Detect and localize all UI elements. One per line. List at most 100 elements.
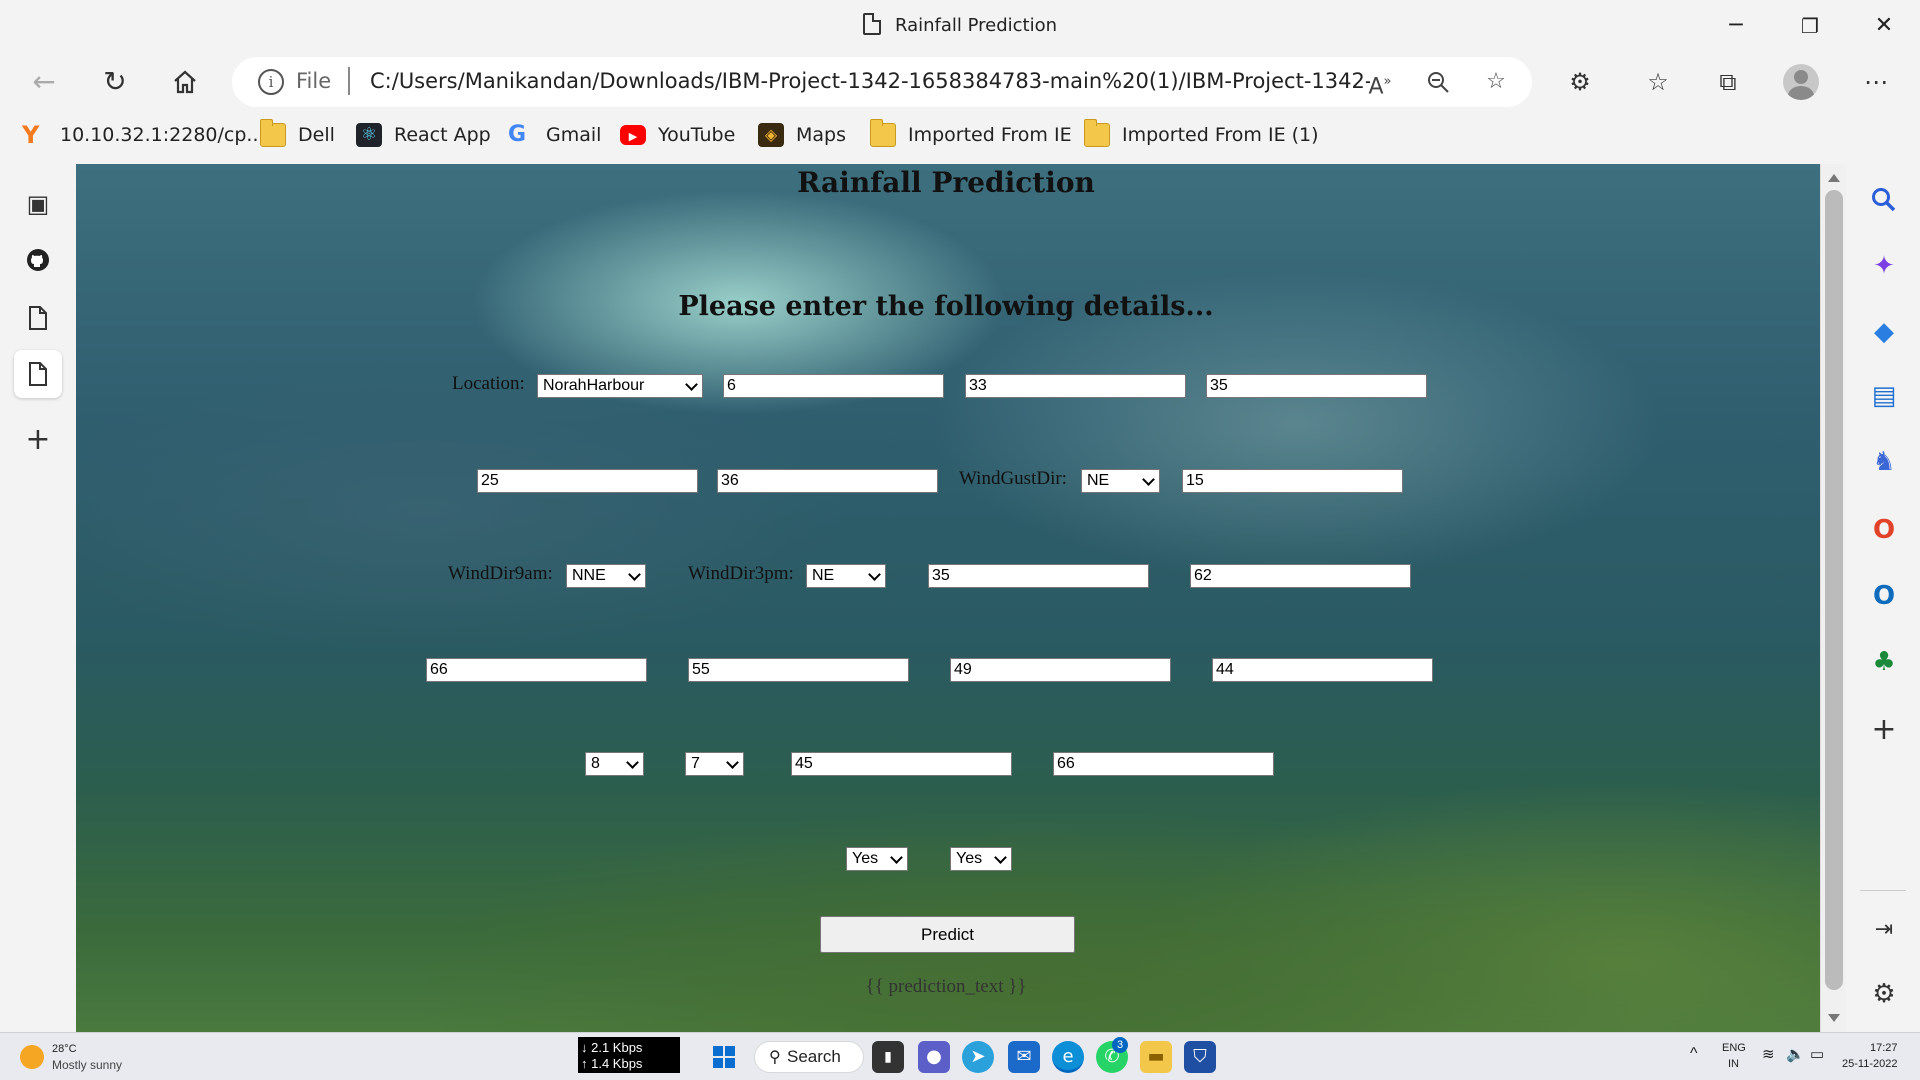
raintoday-select[interactable]: Yes bbox=[846, 847, 908, 871]
cloud9am-select[interactable]: 8 bbox=[585, 752, 644, 776]
chevron-down-icon bbox=[685, 378, 698, 391]
wifi-icon[interactable]: ≋ bbox=[1762, 1045, 1775, 1063]
language-code[interactable]: ENG bbox=[1722, 1042, 1746, 1054]
temp3pm-input[interactable]: 66 bbox=[1053, 752, 1274, 776]
taskbar-search-box[interactable]: ⚲ Search bbox=[754, 1041, 864, 1073]
favorite-item[interactable]: ▶ YouTube bbox=[620, 120, 735, 150]
collections-icon[interactable]: ⧉ bbox=[1708, 62, 1748, 102]
weather-temp[interactable]: 28°C bbox=[52, 1043, 77, 1055]
evaporation-input[interactable]: 25 bbox=[477, 469, 698, 493]
language-region[interactable]: IN bbox=[1728, 1058, 1739, 1070]
settings-icon[interactable]: ⚙ bbox=[1862, 972, 1906, 1016]
humidity9am-input[interactable]: 66 bbox=[426, 658, 647, 682]
add-sidebar-app-icon[interactable]: + bbox=[1862, 708, 1906, 752]
page-scrollbar[interactable] bbox=[1820, 164, 1846, 1032]
windspeed9am-input[interactable]: 35 bbox=[928, 564, 1149, 588]
url-text[interactable]: C:/Users/Manikandan/Downloads/IBM-Projec… bbox=[370, 69, 1370, 93]
telegram-icon[interactable]: ➤ bbox=[962, 1041, 994, 1073]
start-windows-icon[interactable] bbox=[708, 1041, 740, 1073]
hide-sidebar-icon[interactable]: ⇥ bbox=[1862, 908, 1906, 952]
more-options-icon[interactable]: ⋯ bbox=[1856, 62, 1896, 102]
back-button[interactable]: ← bbox=[22, 60, 66, 104]
weather-description[interactable]: Mostly sunny bbox=[52, 1058, 122, 1072]
add-favorite-icon[interactable]: ☆ bbox=[1478, 65, 1514, 99]
minimize-button[interactable]: ─ bbox=[1716, 10, 1756, 42]
zoom-out-icon[interactable] bbox=[1420, 65, 1456, 99]
temp9am-input[interactable]: 45 bbox=[791, 752, 1012, 776]
sunshine-input[interactable]: 36 bbox=[717, 469, 938, 493]
shopping-tag-icon[interactable]: ◆ bbox=[1862, 310, 1906, 354]
maxtemp-input[interactable]: 33 bbox=[965, 374, 1186, 398]
scroll-up-arrow-icon[interactable] bbox=[1828, 174, 1840, 182]
clock-time[interactable]: 17:27 bbox=[1870, 1042, 1898, 1054]
scroll-down-arrow-icon[interactable] bbox=[1828, 1014, 1840, 1022]
tab-actions-icon[interactable]: ▣ bbox=[14, 180, 62, 228]
windspeed3pm-input[interactable]: 62 bbox=[1190, 564, 1411, 588]
weather-sun-icon[interactable] bbox=[20, 1045, 44, 1069]
favorite-item[interactable]: ⚛ React App bbox=[356, 120, 491, 150]
favorite-item[interactable]: Dell bbox=[260, 119, 335, 150]
windgustdir-select[interactable]: NE bbox=[1081, 469, 1160, 493]
location-select[interactable]: NorahHarbour bbox=[537, 374, 703, 398]
edge-browser-icon[interactable]: e bbox=[1052, 1041, 1084, 1073]
raintomorrow-select[interactable]: Yes bbox=[950, 847, 1012, 871]
window-title-bar: Rainfall Prediction ─ ❐ ✕ bbox=[0, 0, 1920, 54]
document-icon bbox=[29, 362, 47, 386]
document-icon bbox=[29, 306, 47, 330]
show-hidden-icons-icon[interactable]: ^ bbox=[1690, 1045, 1698, 1063]
refresh-button[interactable]: ↻ bbox=[93, 60, 137, 104]
office-icon[interactable]: O bbox=[1862, 508, 1906, 552]
volume-icon[interactable]: 🔈 bbox=[1786, 1045, 1805, 1063]
favorite-item[interactable]: Y 10.10.32.1:2280/cp... bbox=[22, 120, 265, 150]
rainfall-input[interactable]: 35 bbox=[1206, 374, 1427, 398]
tab-rainfall-prediction[interactable] bbox=[14, 350, 62, 398]
prediction-text: {{ prediction_text }} bbox=[865, 976, 1027, 997]
mail-icon[interactable]: ✉ bbox=[1008, 1041, 1040, 1073]
youtube-icon: ▶ bbox=[620, 125, 646, 145]
tab-document[interactable] bbox=[14, 294, 62, 342]
new-tab-button[interactable]: + bbox=[14, 416, 62, 464]
teams-chat-icon[interactable]: ● bbox=[918, 1041, 950, 1073]
file-explorer-icon[interactable]: ▬ bbox=[1140, 1041, 1172, 1073]
home-button[interactable] bbox=[163, 60, 207, 104]
extensions-icon[interactable]: ⚙ bbox=[1560, 62, 1600, 102]
tab-github[interactable] bbox=[14, 236, 62, 284]
task-view-icon[interactable]: ▮ bbox=[872, 1041, 904, 1073]
search-icon[interactable] bbox=[1862, 178, 1906, 222]
tools-icon[interactable]: ▤ bbox=[1862, 374, 1906, 418]
chevron-down-icon bbox=[868, 568, 881, 581]
winddir9am-select[interactable]: NNE bbox=[566, 564, 646, 588]
humidity3pm-input[interactable]: 55 bbox=[688, 658, 909, 682]
winddir3pm-select[interactable]: NE bbox=[806, 564, 886, 588]
address-bar[interactable]: i File C:/Users/Manikandan/Downloads/IBM… bbox=[232, 57, 1532, 107]
mintemp-input[interactable]: 6 bbox=[723, 374, 944, 398]
chevron-down-icon bbox=[626, 756, 639, 769]
battery-icon[interactable]: ▭ bbox=[1810, 1045, 1824, 1063]
address-separator bbox=[348, 67, 350, 95]
favorite-item[interactable]: Imported From IE bbox=[870, 119, 1072, 150]
read-aloud-icon[interactable]: A» bbox=[1362, 65, 1398, 99]
favorites-icon[interactable]: ☆ bbox=[1638, 62, 1678, 102]
location-label: Location: bbox=[452, 373, 525, 394]
pressure3pm-input[interactable]: 44 bbox=[1212, 658, 1433, 682]
games-icon[interactable]: ♞ bbox=[1862, 440, 1906, 484]
favorite-item[interactable]: ◈ Maps bbox=[758, 120, 846, 150]
chevron-down-icon bbox=[1142, 473, 1155, 486]
clock-date[interactable]: 25-11-2022 bbox=[1842, 1058, 1897, 1070]
maximize-button[interactable]: ❐ bbox=[1790, 10, 1830, 42]
pressure9am-input[interactable]: 49 bbox=[950, 658, 1171, 682]
cloud3pm-select[interactable]: 7 bbox=[685, 752, 744, 776]
shield-app-icon[interactable]: ⛉ bbox=[1184, 1041, 1216, 1073]
tree-icon[interactable]: ♣ bbox=[1862, 640, 1906, 684]
predict-button[interactable]: Predict bbox=[820, 916, 1075, 953]
close-button[interactable]: ✕ bbox=[1864, 10, 1904, 42]
favorites-bar: Y 10.10.32.1:2280/cp... Dell ⚛ React App G… bbox=[0, 110, 1920, 162]
profile-avatar[interactable] bbox=[1783, 64, 1819, 100]
sparkle-icon[interactable]: ✦ bbox=[1862, 244, 1906, 288]
info-icon[interactable]: i bbox=[258, 69, 284, 95]
windgustspeed-input[interactable]: 15 bbox=[1182, 469, 1403, 493]
scrollbar-thumb[interactable] bbox=[1825, 190, 1843, 990]
favorite-item[interactable]: Imported From IE (1) bbox=[1084, 119, 1319, 150]
favorite-item[interactable]: G Gmail bbox=[508, 120, 601, 150]
outlook-icon[interactable]: O bbox=[1862, 574, 1906, 618]
